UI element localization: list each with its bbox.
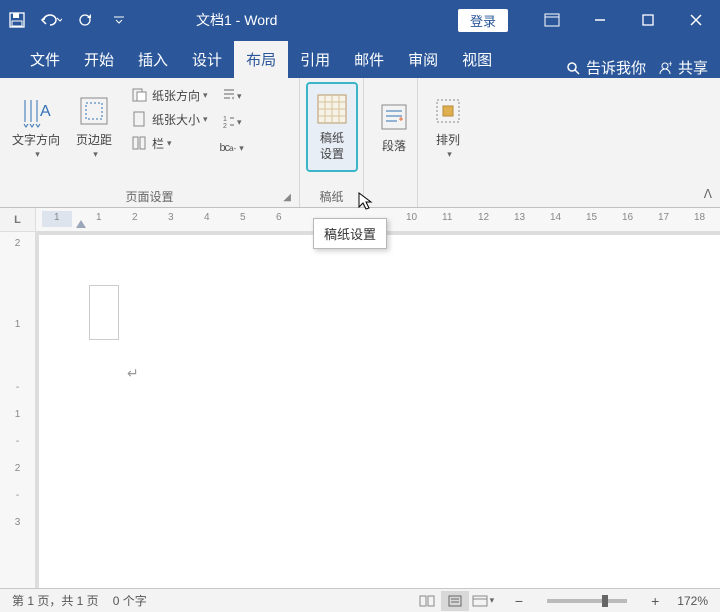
chevron-down-icon: ▾ [93, 149, 98, 161]
page-setup-launcher[interactable]: ◢ [283, 192, 291, 203]
share-button[interactable]: 共享 [678, 57, 708, 78]
print-layout-button[interactable] [441, 591, 469, 611]
page-canvas[interactable]: ↵ [36, 232, 720, 588]
undo-button[interactable] [34, 0, 68, 40]
tab-layout[interactable]: 布局 [234, 41, 288, 78]
document-title: 文档1 - Word [196, 10, 277, 30]
columns-icon [130, 134, 148, 152]
hyphenation-button[interactable]: bca-▾ [222, 138, 242, 158]
tab-view[interactable]: 视图 [450, 41, 504, 78]
group-page-setup: A 文字方向 ▾ 页边距 ▾ 纸张方向▾ 纸张大小▾ [0, 78, 300, 207]
arrange-label: 排列 [436, 133, 460, 149]
svg-text:2: 2 [223, 123, 227, 130]
chevron-down-icon: ▾ [35, 149, 40, 161]
maximize-button[interactable] [624, 0, 672, 40]
login-button[interactable]: 登录 [458, 9, 508, 32]
word-count[interactable]: 0 个字 [113, 592, 147, 609]
page-corner-mark [89, 285, 119, 340]
group-genkou: 稿纸 设置 稿纸 [300, 78, 364, 207]
title-bar: 文档1 - Word 登录 [0, 0, 720, 40]
zoom-level[interactable]: 172% [677, 594, 708, 608]
margins-icon [76, 93, 112, 129]
share-icon[interactable]: + [658, 61, 672, 75]
quick-access-toolbar [0, 0, 136, 40]
tab-home[interactable]: 开始 [72, 41, 126, 78]
redo-button[interactable] [68, 0, 102, 40]
margins-button[interactable]: 页边距 ▾ [70, 82, 118, 172]
ribbon-tabs: 文件 开始 插入 设计 布局 引用 邮件 审阅 视图 告诉我你 + 共享 [0, 40, 720, 78]
genkou-icon [314, 91, 350, 127]
size-icon [130, 110, 148, 128]
group-paragraph: 段落 [364, 78, 418, 207]
svg-text:A: A [40, 103, 51, 120]
tell-me-text[interactable]: 告诉我你 [586, 57, 646, 78]
ribbon: A 文字方向 ▾ 页边距 ▾ 纸张方向▾ 纸张大小▾ [0, 78, 720, 208]
document-area: 21-1-2-3 ↵ [0, 232, 720, 588]
indent-marker[interactable] [76, 220, 86, 228]
qat-customize-button[interactable] [102, 0, 136, 40]
close-button[interactable] [672, 0, 720, 40]
paragraph-icon [376, 99, 412, 135]
text-direction-icon: A [18, 93, 54, 129]
orientation-button[interactable]: 纸张方向▾ [126, 84, 212, 106]
ruler-vertical[interactable]: 21-1-2-3 [0, 232, 36, 588]
minimize-button[interactable] [576, 0, 624, 40]
tab-selector[interactable]: L [0, 208, 36, 231]
orientation-icon [130, 86, 148, 104]
tab-review[interactable]: 审阅 [396, 41, 450, 78]
svg-text:1: 1 [223, 116, 227, 123]
chevron-down-icon: ▾ [447, 149, 452, 161]
zoom-in-button[interactable]: + [647, 593, 663, 609]
web-layout-button[interactable]: ▾ [469, 591, 497, 611]
collapse-ribbon-button[interactable]: ᐱ [704, 187, 712, 201]
tab-file[interactable]: 文件 [18, 41, 72, 78]
tooltip: 稿纸设置 [313, 218, 387, 249]
zoom-out-button[interactable]: − [511, 593, 527, 609]
zoom-slider[interactable] [547, 599, 627, 603]
tab-design[interactable]: 设计 [180, 41, 234, 78]
margins-label: 页边距 [76, 133, 112, 149]
paragraph-button[interactable]: 段落 [370, 82, 418, 172]
save-button[interactable] [0, 0, 34, 40]
tab-insert[interactable]: 插入 [126, 41, 180, 78]
read-mode-button[interactable] [413, 591, 441, 611]
line-numbers-button[interactable]: 12▾ [222, 112, 242, 132]
size-button[interactable]: 纸张大小▾ [126, 108, 212, 130]
page-setup-group-label: 页面设置 ◢ [6, 186, 293, 205]
genkou-settings-button[interactable]: 稿纸 设置 [306, 82, 358, 172]
tab-mail[interactable]: 邮件 [342, 41, 396, 78]
paragraph-label: 段落 [382, 139, 406, 155]
text-direction-button[interactable]: A 文字方向 ▾ [6, 82, 66, 172]
arrange-icon [430, 93, 466, 129]
search-icon[interactable] [566, 61, 580, 75]
columns-button[interactable]: 栏▾ [126, 132, 212, 154]
tab-references[interactable]: 引用 [288, 41, 342, 78]
arrange-button[interactable]: 排列 ▾ [424, 82, 472, 172]
svg-text:+: + [668, 61, 672, 69]
genkou-label: 稿纸 设置 [320, 131, 344, 162]
paragraph-mark: ↵ [127, 365, 139, 382]
status-bar: 第 1 页，共 1 页 0 个字 ▾ − + 172% [0, 588, 720, 612]
group-arrange: 排列 ▾ [418, 78, 472, 207]
page-indicator[interactable]: 第 1 页，共 1 页 [12, 592, 99, 609]
genkou-group-label: 稿纸 [306, 186, 357, 205]
breaks-button[interactable]: ▾ [222, 86, 242, 106]
ribbon-options-button[interactable] [528, 0, 576, 40]
text-direction-label: 文字方向 [12, 133, 60, 149]
cursor-icon [358, 192, 374, 212]
